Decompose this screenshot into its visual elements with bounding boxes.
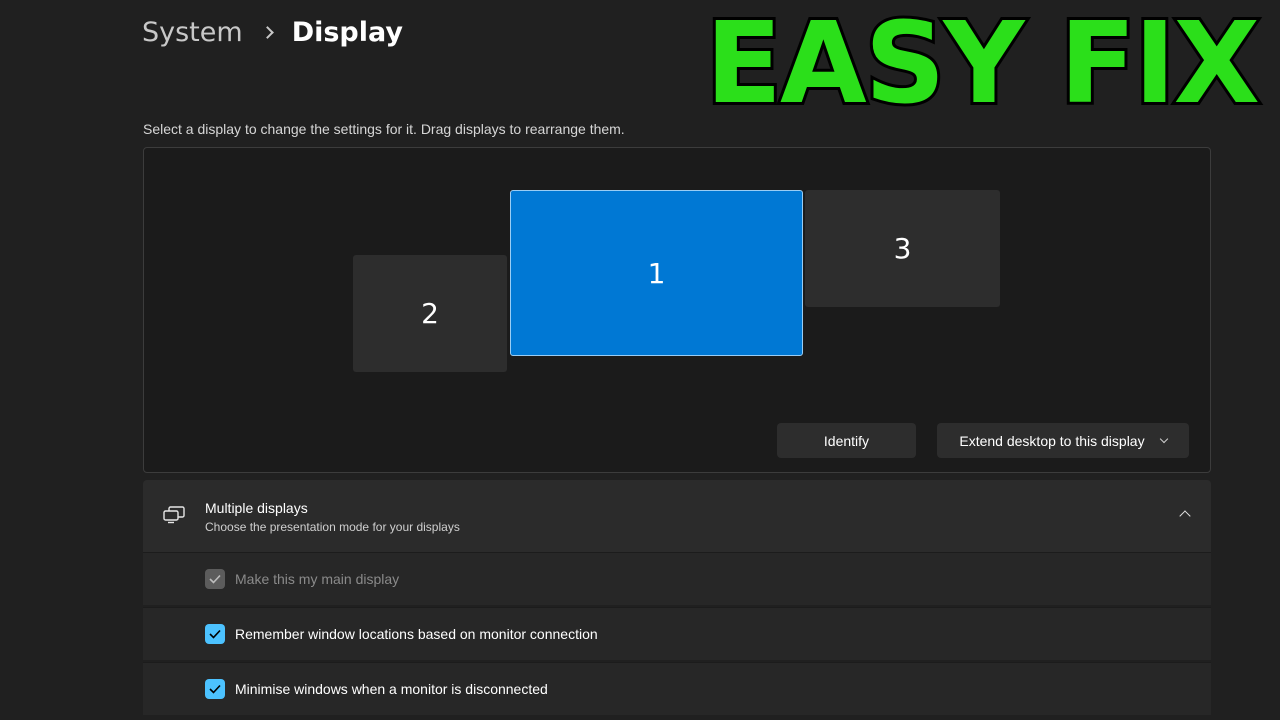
- multiple-displays-title: Multiple displays: [205, 500, 308, 516]
- multiple-displays-icon: [163, 506, 185, 524]
- display-mode-value: Extend desktop to this display: [959, 432, 1145, 449]
- monitor-2[interactable]: 2: [353, 255, 507, 372]
- identify-button[interactable]: Identify: [777, 423, 916, 458]
- chevron-right-icon: [260, 25, 274, 39]
- remember-locations-label: Remember window locations based on monit…: [235, 626, 598, 642]
- monitor-1[interactable]: 1: [510, 190, 803, 356]
- checkmark-icon: [209, 629, 221, 639]
- breadcrumb: System Display: [142, 12, 403, 52]
- chevron-up-icon[interactable]: [1179, 510, 1191, 522]
- option-row-remember-locations: Remember window locations based on monit…: [143, 607, 1211, 660]
- display-mode-dropdown[interactable]: Extend desktop to this display: [937, 423, 1189, 458]
- breadcrumb-system-link[interactable]: System: [142, 17, 243, 48]
- chevron-down-icon: [1159, 434, 1168, 443]
- multiple-displays-header[interactable]: Multiple displays Choose the presentatio…: [143, 480, 1211, 552]
- display-arrangement-panel: 2 1 3 Identify Extend desktop to this di…: [143, 147, 1211, 473]
- identify-button-label: Identify: [823, 432, 870, 449]
- minimise-windows-label: Minimise windows when a monitor is disco…: [235, 681, 548, 697]
- checkmark-icon: [209, 684, 221, 694]
- option-row-main-display: Make this my main display: [143, 552, 1211, 605]
- main-display-checkbox[interactable]: [205, 569, 225, 589]
- option-row-minimise-windows: Minimise windows when a monitor is disco…: [143, 662, 1211, 715]
- arrangement-instructions: Select a display to change the settings …: [143, 121, 625, 137]
- monitor-3[interactable]: 3: [805, 190, 1000, 307]
- page-title: Display: [291, 16, 403, 48]
- multiple-displays-subtitle: Choose the presentation mode for your di…: [205, 520, 460, 534]
- minimise-windows-checkbox[interactable]: [205, 679, 225, 699]
- easy-fix-overlay-text: EASY FIX: [703, 0, 1263, 129]
- checkmark-icon: [209, 574, 221, 584]
- main-display-label: Make this my main display: [235, 571, 400, 587]
- remember-locations-checkbox[interactable]: [205, 624, 225, 644]
